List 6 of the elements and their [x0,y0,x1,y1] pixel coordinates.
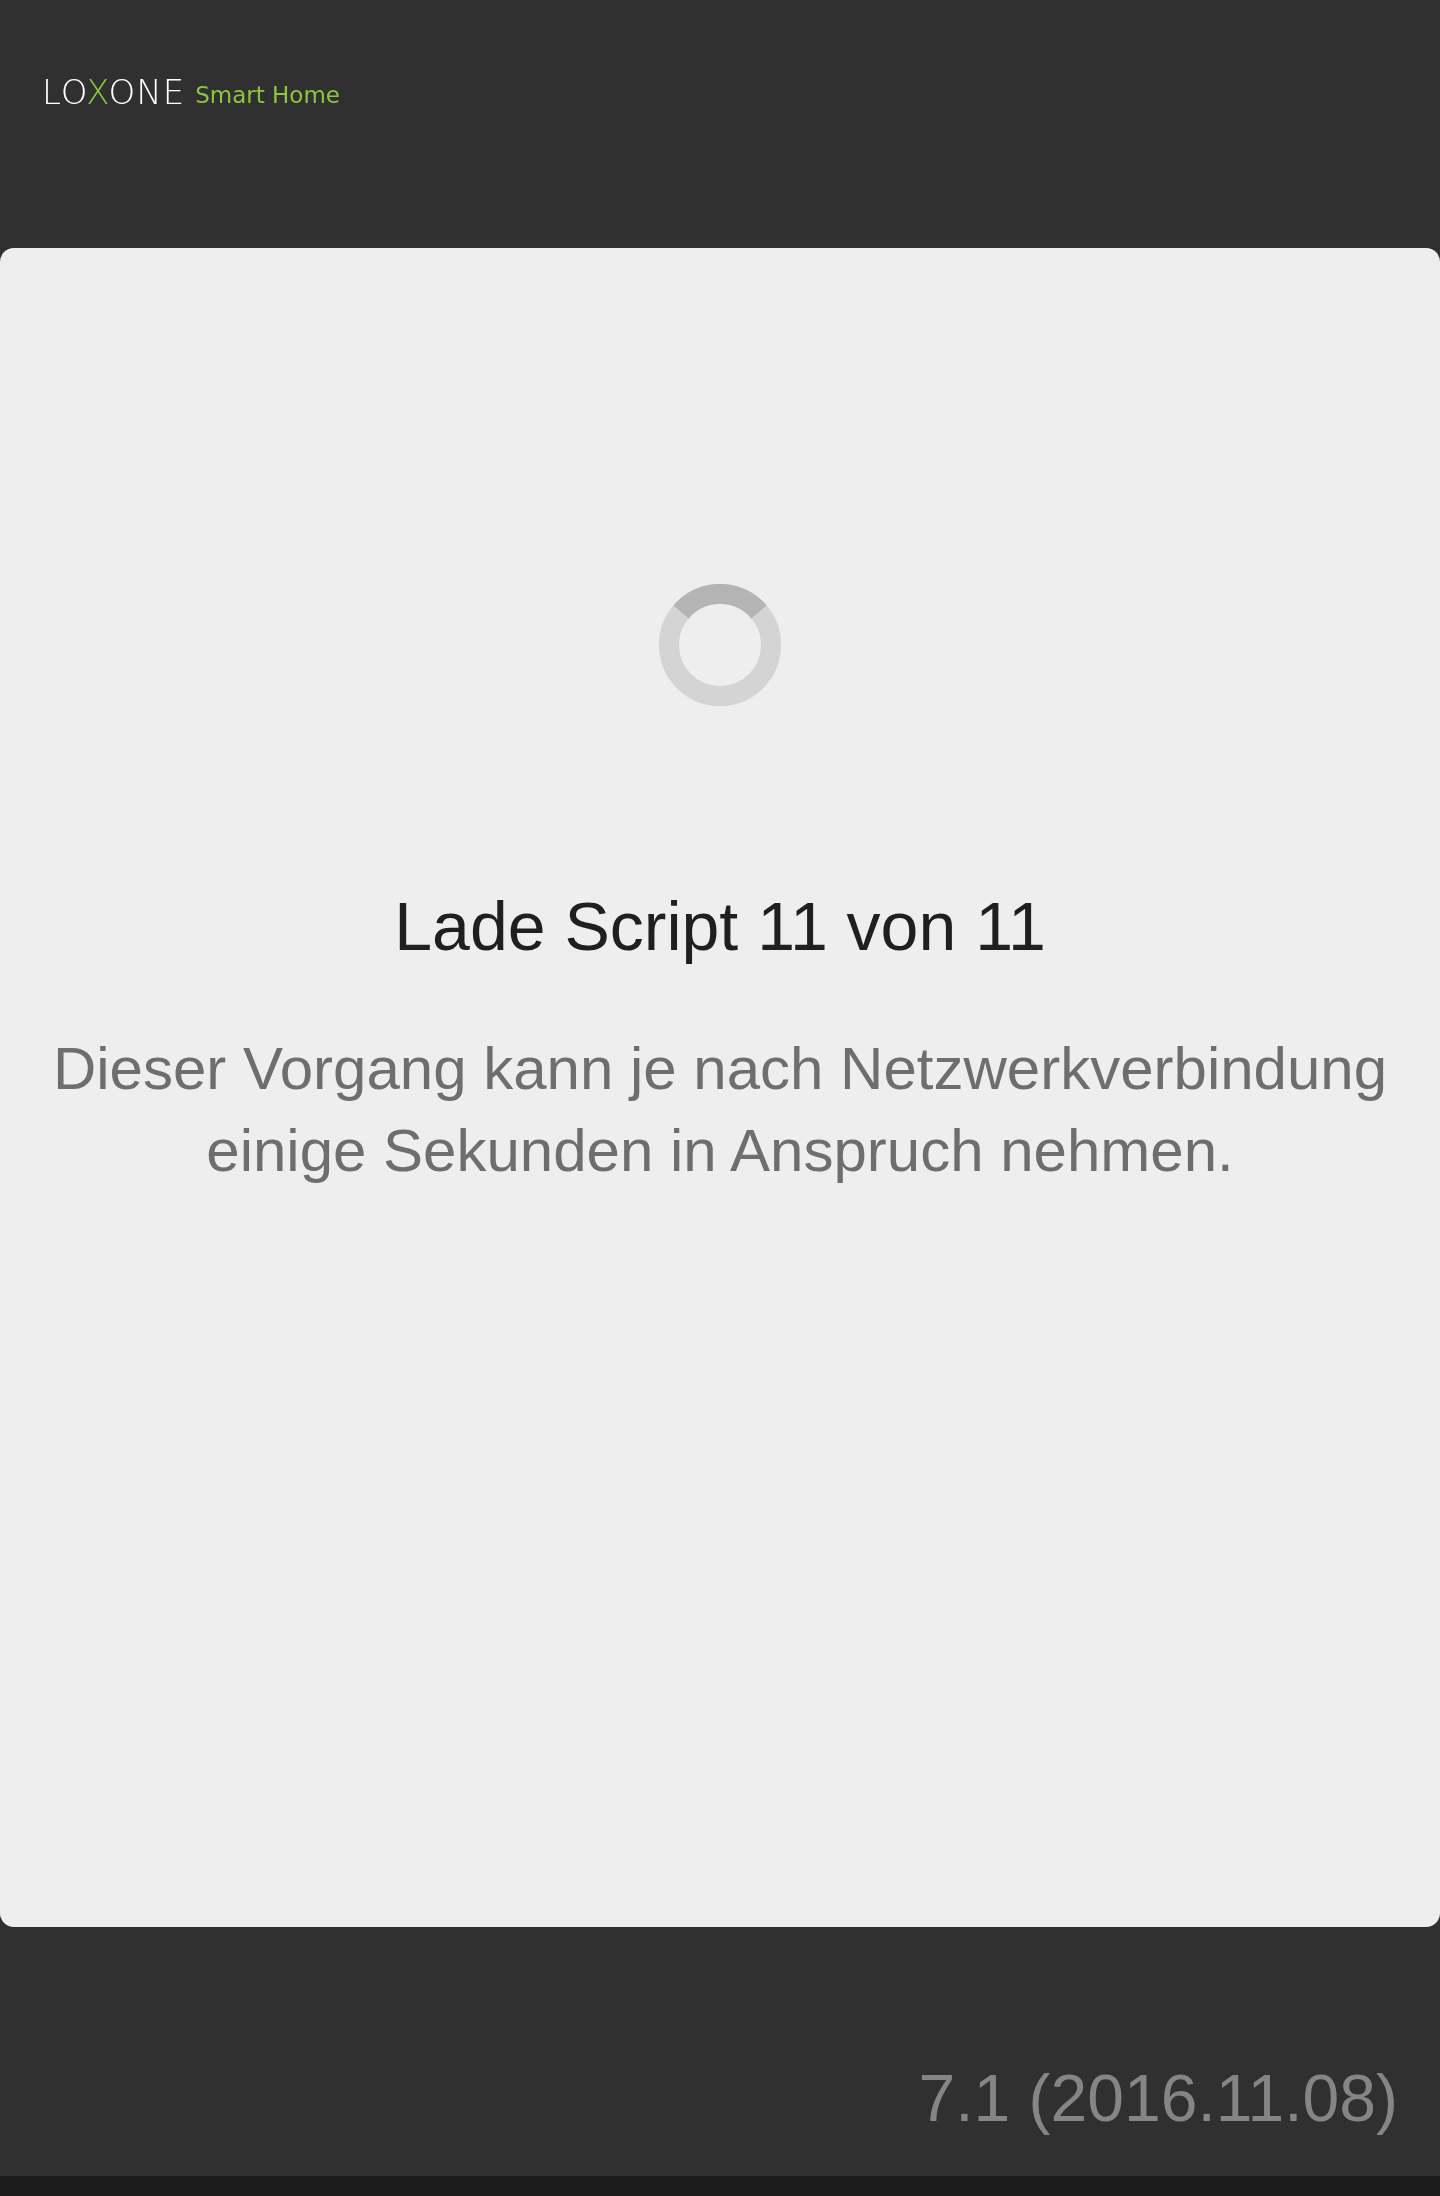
tagline: Smart Home [195,81,340,110]
spinner-icon [659,584,781,706]
loading-message: Dieser Vorgang kann je nach Netzwerkverbindung einige Sekunden in Anspruch nehmen. [51,1034,1389,1186]
loading-title: Lade Script 11 von 11 [394,887,1046,966]
version-label: 7.1 (2016.11.08) [918,2060,1398,2136]
logo: LOXONE [42,72,186,112]
